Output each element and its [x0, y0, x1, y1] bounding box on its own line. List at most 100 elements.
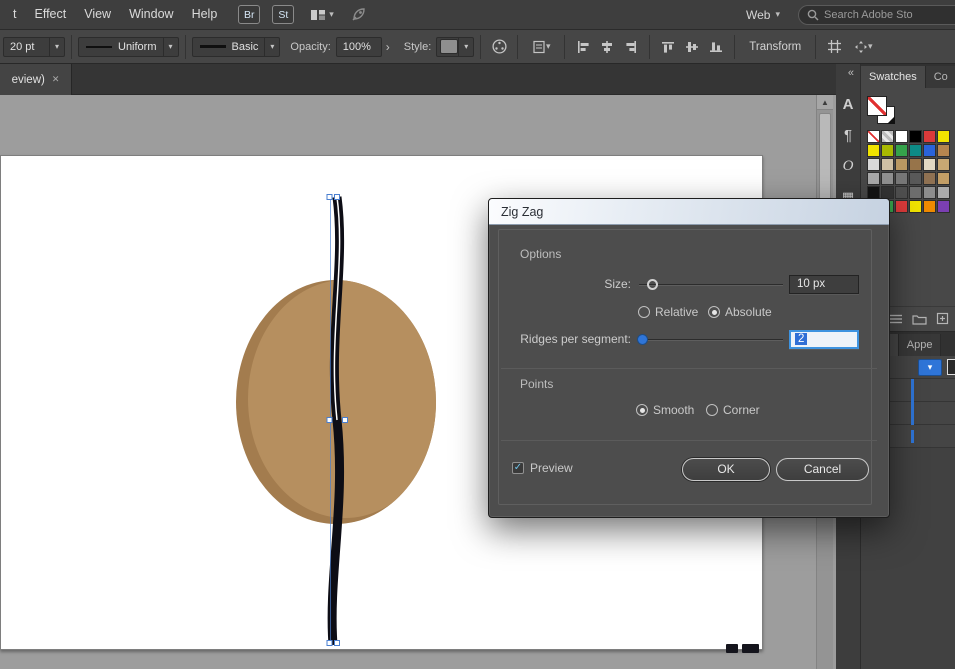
align-left-button[interactable] [571, 35, 595, 59]
swatch[interactable] [895, 158, 908, 171]
opacity-panel-arrow[interactable]: › [382, 40, 394, 54]
tab-appearance[interactable]: Appe [899, 334, 942, 356]
isolate-options-button[interactable]: ▾ [846, 35, 880, 59]
character-panel-icon[interactable]: A [836, 96, 860, 113]
swatch[interactable] [895, 200, 908, 213]
corner-label[interactable]: Corner [723, 403, 760, 417]
scroll-up-button[interactable]: ▲ [817, 95, 833, 110]
bridge-button[interactable]: Br [238, 5, 260, 24]
swatch[interactable] [909, 130, 922, 143]
swatch[interactable] [909, 144, 922, 157]
align-center-vertical-button[interactable] [680, 35, 704, 59]
close-icon[interactable]: ✕ [52, 74, 60, 85]
swatch[interactable] [909, 200, 922, 213]
document-setup-button[interactable]: ▾ [524, 35, 558, 59]
size-slider-track[interactable] [639, 284, 783, 286]
corner-radio[interactable] [706, 404, 718, 416]
cancel-button[interactable]: Cancel [776, 458, 869, 481]
collapse-dock-icon[interactable]: « [842, 64, 860, 82]
swatch[interactable] [881, 158, 894, 171]
absolute-label[interactable]: Absolute [725, 305, 772, 319]
swatch[interactable] [909, 186, 922, 199]
divider [501, 440, 877, 441]
workspace-switcher[interactable]: Web ▾ [746, 8, 780, 22]
dialog-title-bar[interactable]: Zig Zag [489, 199, 889, 225]
menu-item-cropped[interactable]: t [4, 0, 25, 29]
swatch[interactable] [895, 144, 908, 157]
tab-color[interactable]: Co [926, 66, 955, 88]
align-top-button[interactable] [656, 35, 680, 59]
menu-item-effect[interactable]: Effect [25, 0, 75, 29]
smooth-label[interactable]: Smooth [653, 403, 694, 417]
layer-blend-select[interactable]: ▾ [918, 359, 942, 376]
font-size-combo[interactable]: 20 pt ▾ [3, 37, 65, 57]
swatch[interactable] [923, 186, 936, 199]
swatch[interactable] [937, 172, 950, 185]
new-group-folder-icon[interactable] [912, 313, 927, 325]
swatch[interactable] [881, 144, 894, 157]
menu-item-view[interactable]: View [75, 0, 120, 29]
swatch-kinds-icon[interactable] [889, 313, 903, 325]
paragraph-panel-icon[interactable]: ¶ [836, 127, 860, 144]
ok-button[interactable]: OK [682, 458, 770, 481]
swatch[interactable] [937, 186, 950, 199]
swatch[interactable] [937, 200, 950, 213]
tab-swatches[interactable]: Swatches [861, 66, 926, 88]
ridges-slider-track[interactable] [639, 339, 783, 341]
size-input[interactable]: 10 px [789, 275, 859, 294]
chevron-down-icon: ▾ [49, 38, 64, 56]
search-box[interactable] [798, 5, 955, 25]
align-bottom-button[interactable] [704, 35, 728, 59]
points-label: Points [520, 377, 553, 391]
swatch[interactable] [881, 130, 894, 143]
menu-item-help[interactable]: Help [183, 0, 227, 29]
ridges-slider-knob[interactable] [637, 334, 648, 345]
swatch[interactable] [937, 144, 950, 157]
stock-button[interactable]: St [272, 5, 294, 24]
opentype-panel-icon[interactable]: O [836, 158, 860, 175]
preview-label[interactable]: Preview [530, 461, 573, 475]
shape-properties-button[interactable] [822, 35, 846, 59]
new-swatch-icon[interactable] [936, 312, 949, 325]
swatch[interactable] [909, 158, 922, 171]
selection-accent-bar [911, 402, 914, 425]
preview-checkbox[interactable]: ✓ [512, 462, 524, 474]
arrange-documents-button[interactable]: ▾ [310, 8, 334, 22]
size-slider-knob[interactable] [647, 279, 658, 290]
style-combo[interactable]: ▾ [436, 37, 474, 57]
swatch[interactable] [881, 172, 894, 185]
swatch[interactable] [867, 158, 880, 171]
swatch[interactable] [895, 130, 908, 143]
align-center-vertical-icon [685, 40, 699, 54]
transform-label[interactable]: Transform [749, 41, 801, 53]
search-input[interactable] [824, 9, 944, 21]
swatch[interactable] [895, 172, 908, 185]
swatch[interactable] [923, 144, 936, 157]
ridges-input[interactable]: 2 [789, 330, 859, 349]
recolor-artwork-button[interactable] [487, 35, 511, 59]
relative-radio[interactable] [638, 306, 650, 318]
swatch[interactable] [937, 158, 950, 171]
stroke-profile-combo[interactable]: Uniform ▾ [78, 37, 179, 57]
relative-label[interactable]: Relative [655, 305, 698, 319]
menu-item-window[interactable]: Window [120, 0, 182, 29]
brush-combo[interactable]: Basic ▾ [192, 37, 281, 57]
swatch[interactable] [923, 200, 936, 213]
swatch[interactable] [923, 172, 936, 185]
swatch[interactable] [909, 172, 922, 185]
swatch[interactable] [867, 130, 880, 143]
swatch[interactable] [895, 186, 908, 199]
swatch[interactable] [867, 172, 880, 185]
swatch[interactable] [937, 130, 950, 143]
opacity-combo[interactable]: 100% [336, 37, 382, 57]
fill-none-proxy-swatch[interactable] [867, 96, 887, 116]
swatch[interactable] [923, 158, 936, 171]
document-tab[interactable]: eview) ✕ [0, 64, 72, 95]
gpu-performance-button[interactable] [350, 7, 368, 23]
absolute-radio[interactable] [708, 306, 720, 318]
align-center-horizontal-button[interactable] [595, 35, 619, 59]
swatch[interactable] [923, 130, 936, 143]
swatch[interactable] [867, 144, 880, 157]
align-right-button[interactable] [619, 35, 643, 59]
smooth-radio[interactable] [636, 404, 648, 416]
